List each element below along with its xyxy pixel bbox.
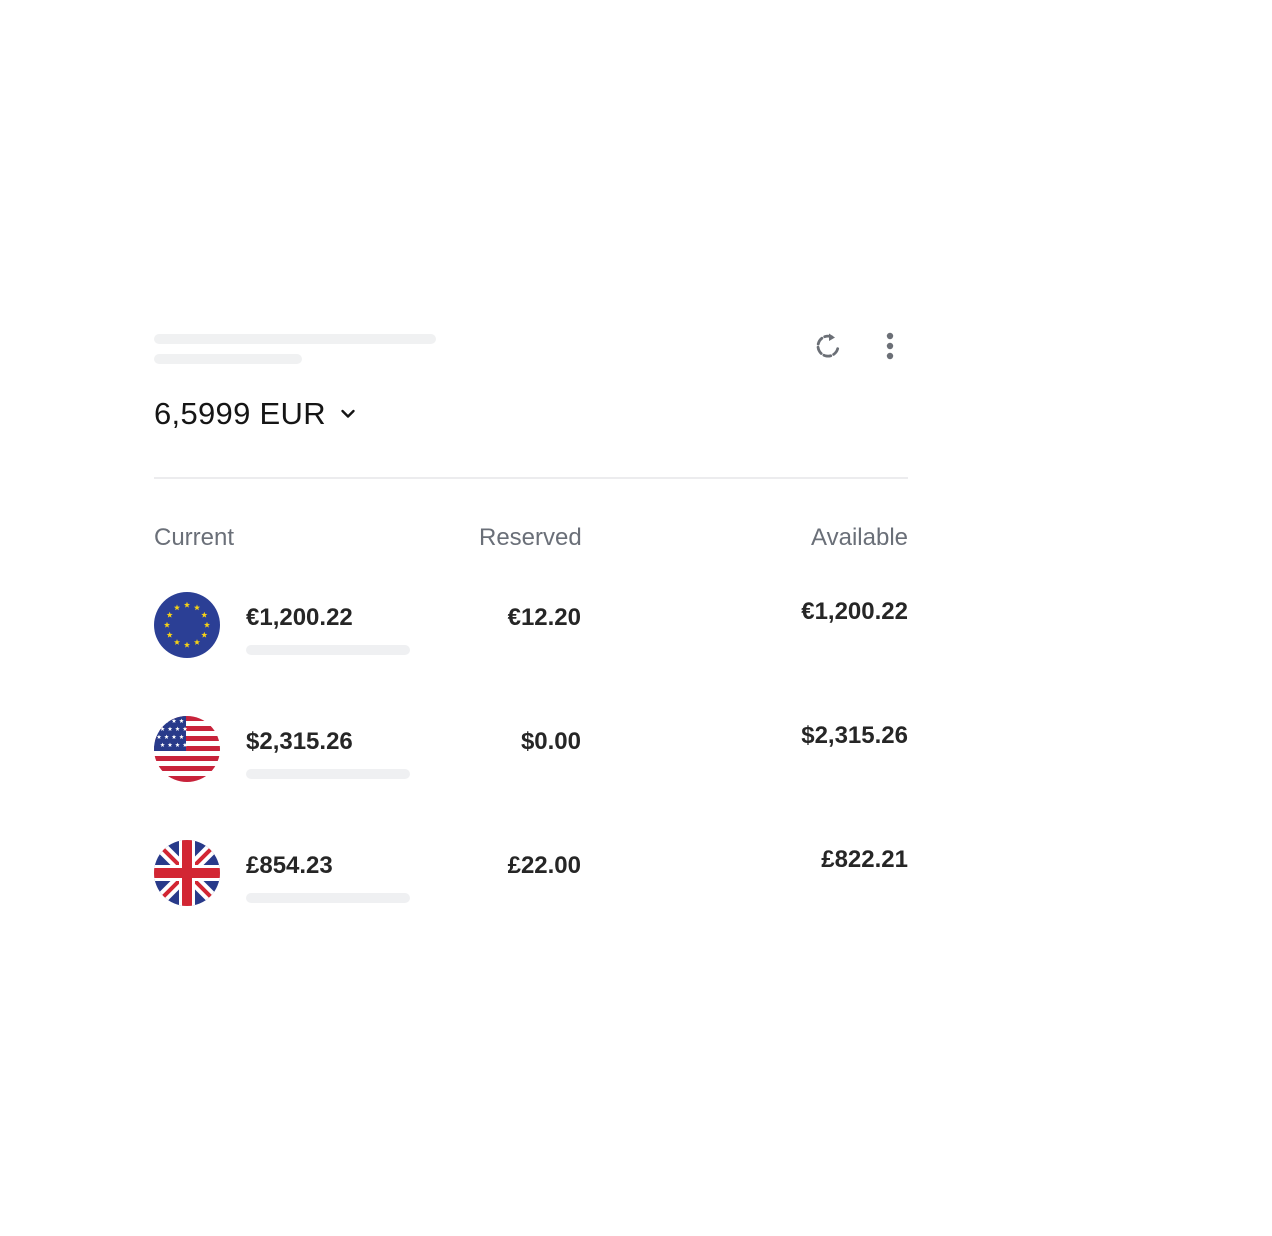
reserved-amount: $0.00	[520, 728, 581, 755]
amount-placeholder-bar	[246, 893, 410, 903]
column-header-reserved: Reserved	[479, 524, 582, 551]
amount-placeholder-bar	[246, 769, 410, 779]
uk-flag-icon	[154, 840, 220, 906]
title-placeholder	[154, 334, 436, 344]
available-amount: £822.21	[821, 846, 908, 873]
us-flag-icon	[154, 716, 220, 782]
refresh-button[interactable]	[810, 330, 846, 366]
current-amount: €1,200.22	[246, 604, 353, 631]
reserved-amount: £22.00	[507, 852, 581, 879]
more-options-button[interactable]	[872, 330, 908, 366]
column-header-available: Available	[811, 524, 908, 551]
available-amount: $2,315.26	[801, 722, 908, 749]
current-amount: £854.23	[246, 852, 333, 879]
balance-row-usd[interactable]: $2,315.26 $0.00 $2,315.26	[154, 716, 908, 782]
balance-row-eur[interactable]: €1,200.22 €12.20 €1,200.22	[154, 592, 908, 658]
balance-row-gbp[interactable]: £854.23 £22.00 £822.21	[154, 840, 908, 906]
amount-placeholder-bar	[246, 645, 410, 655]
column-header-current: Current	[154, 524, 235, 551]
divider	[154, 477, 908, 479]
available-amount: €1,200.22	[801, 598, 908, 625]
currency-rate-selector[interactable]: 6,5999 EUR	[154, 394, 356, 434]
rate-value: 6,5999 EUR	[154, 396, 326, 431]
subtitle-placeholder	[154, 354, 302, 364]
refresh-icon	[813, 331, 843, 366]
chevron-down-icon	[340, 408, 356, 420]
current-amount: $2,315.26	[246, 728, 353, 755]
reserved-amount: €12.20	[507, 604, 581, 631]
eu-flag-icon	[154, 592, 220, 658]
more-vertical-icon	[886, 332, 894, 365]
